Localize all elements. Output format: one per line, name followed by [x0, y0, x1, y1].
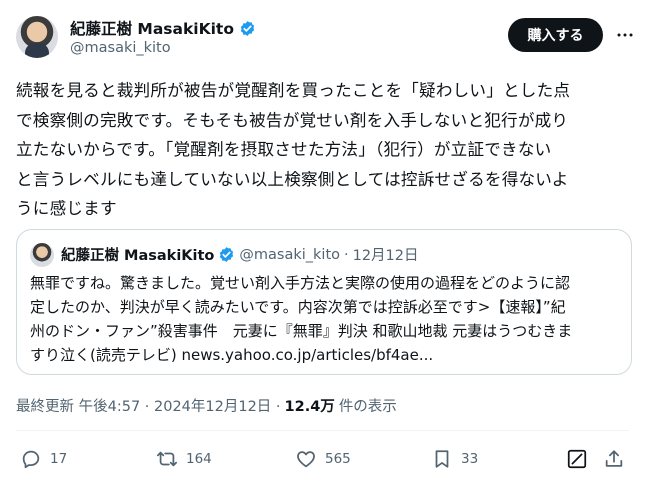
repost-icon [156, 451, 178, 467]
bookmark-button[interactable]: 33 [431, 448, 478, 470]
quoted-author-avatar [30, 243, 54, 267]
author-display-name[interactable]: 紀藤正樹 MasakiKito [70, 17, 234, 39]
post-body-text: 続報を見ると裁判所が被告が覚醒剤を買ったことを「疑わしい」とした点 で検察側の完… [16, 81, 571, 218]
author-name-row: 紀藤正樹 MasakiKito [70, 17, 256, 39]
more-options-icon[interactable] [616, 26, 634, 44]
post-header: 紀藤正樹 MasakiKito @masaki_kito 購入する [16, 12, 633, 64]
views-count: 12.4万 [284, 399, 335, 415]
reply-count: 17 [50, 451, 68, 467]
grok-icon [567, 449, 587, 469]
quoted-author-display-name: 紀藤正樹 MasakiKito [61, 248, 215, 264]
quoted-author-handle: @masaki_kito [239, 246, 340, 263]
heart-icon [297, 451, 315, 468]
share-icon [605, 450, 623, 467]
post-meta: 最終更新 午後4:57 · 2024年12月12日 · 12.4万 件の表示 [16, 395, 397, 416]
buy-button[interactable]: 購入する [508, 18, 603, 52]
reply-icon [22, 450, 40, 469]
post-timestamp[interactable]: 最終更新 午後4:57 · 2024年12月12日 · [16, 395, 281, 416]
grok-button[interactable] [566, 448, 588, 470]
bookmark-icon [435, 450, 449, 468]
share-button[interactable] [603, 448, 625, 470]
quoted-post-text: 無罪ですね。驚きました。覚せい剤入手方法と実際の使用の過程をどのように認 定した… [30, 274, 573, 364]
divider [16, 430, 629, 431]
reply-button[interactable]: 17 [20, 448, 67, 470]
views-label: 件の表示 [338, 399, 397, 415]
author-avatar[interactable] [16, 16, 58, 58]
quoted-separator: · [344, 246, 349, 263]
verified-badge-icon [240, 20, 255, 36]
repost-count: 164 [186, 451, 212, 467]
bookmark-count: 33 [461, 451, 479, 467]
like-button[interactable]: 565 [295, 448, 351, 470]
like-count: 565 [325, 451, 351, 467]
quoted-post-header: 紀藤正樹 MasakiKito @masaki_kito · 12月12日 [61, 244, 419, 265]
repost-button[interactable]: 164 [156, 448, 212, 470]
quoted-post-date: 12月12日 [352, 248, 419, 264]
quoted-post-card[interactable]: 紀藤正樹 MasakiKito @masaki_kito · 12月12日 無罪… [16, 229, 632, 375]
action-bar: 17 164 565 33 [16, 448, 629, 474]
quoted-verified-badge-icon [220, 247, 234, 262]
author-handle[interactable]: @masaki_kito [70, 40, 171, 56]
